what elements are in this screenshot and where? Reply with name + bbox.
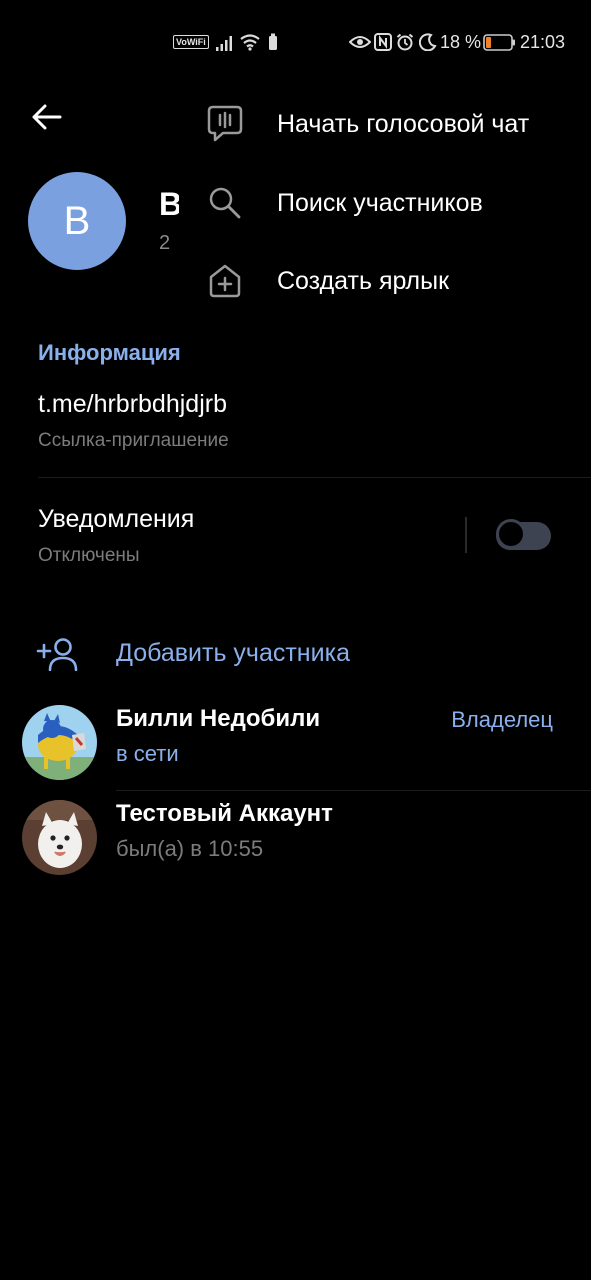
back-arrow-icon[interactable] bbox=[30, 100, 64, 134]
menu-item-start-voice-chat[interactable]: Начать голосовой чат bbox=[200, 94, 591, 154]
battery-percent: 18 % bbox=[440, 32, 482, 52]
member-row[interactable]: Билли Недобили в сети Владелец bbox=[0, 697, 591, 793]
menu-item-create-shortcut[interactable]: Создать ярлык bbox=[200, 251, 591, 311]
member-name: Билли Недобили bbox=[116, 705, 321, 732]
signal-icon bbox=[216, 36, 232, 51]
member-avatar bbox=[22, 800, 97, 875]
toggle-knob bbox=[496, 519, 526, 549]
nfc-icon bbox=[374, 33, 392, 51]
toggle-separator bbox=[465, 517, 467, 553]
member-row[interactable]: Тестовый Аккаунт был(а) в 10:55 bbox=[0, 792, 591, 888]
add-member-button[interactable]: Добавить участника bbox=[0, 625, 591, 685]
member-role: Владелец bbox=[451, 707, 553, 732]
group-avatar[interactable]: B bbox=[28, 172, 126, 270]
member-status: в сети bbox=[116, 741, 179, 766]
wifi-icon bbox=[240, 34, 260, 51]
add-user-icon bbox=[36, 638, 78, 671]
menu-item-label: Создать ярлык bbox=[277, 266, 450, 295]
member-avatar bbox=[22, 705, 97, 780]
menu-item-label: Поиск участников bbox=[277, 188, 483, 217]
search-icon bbox=[209, 187, 241, 219]
group-subtitle: 2 bbox=[159, 232, 171, 254]
notifications-state: Отключены bbox=[38, 545, 140, 566]
member-name: Тестовый Аккаунт bbox=[116, 800, 333, 827]
alarm-icon bbox=[396, 33, 414, 51]
eye-icon bbox=[349, 36, 371, 48]
section-gap bbox=[0, 597, 591, 607]
group-title: B bbox=[159, 186, 179, 222]
dog-avatar-image bbox=[22, 705, 97, 780]
battery-icon bbox=[483, 34, 515, 51]
status-bar: VoWiFi 18 % 21:03 bbox=[0, 30, 591, 58]
member-status: был(а) в 10:55 bbox=[116, 836, 264, 861]
white-dog-avatar-image bbox=[22, 800, 97, 875]
invite-link[interactable]: t.me/hrbrbdhjdjrb bbox=[38, 390, 227, 419]
add-member-label: Добавить участника bbox=[116, 639, 350, 667]
divider bbox=[116, 790, 591, 791]
battery-saver-icon bbox=[269, 33, 277, 50]
menu-item-search-members[interactable]: Поиск участников bbox=[200, 173, 591, 233]
section-title-info: Информация bbox=[38, 340, 181, 365]
do-not-disturb-moon-icon bbox=[419, 33, 437, 51]
add-shortcut-icon bbox=[209, 264, 241, 298]
menu-item-label: Начать голосовой чат bbox=[277, 109, 530, 138]
avatar-letter: B bbox=[63, 198, 91, 243]
clock-time: 21:03 bbox=[520, 32, 566, 52]
voice-chat-icon bbox=[207, 105, 243, 142]
vowifi-indicator: VoWiFi bbox=[173, 35, 209, 49]
divider bbox=[38, 477, 591, 478]
invite-link-caption: Ссылка-приглашение bbox=[38, 430, 229, 451]
notifications-title[interactable]: Уведомления bbox=[38, 505, 194, 534]
